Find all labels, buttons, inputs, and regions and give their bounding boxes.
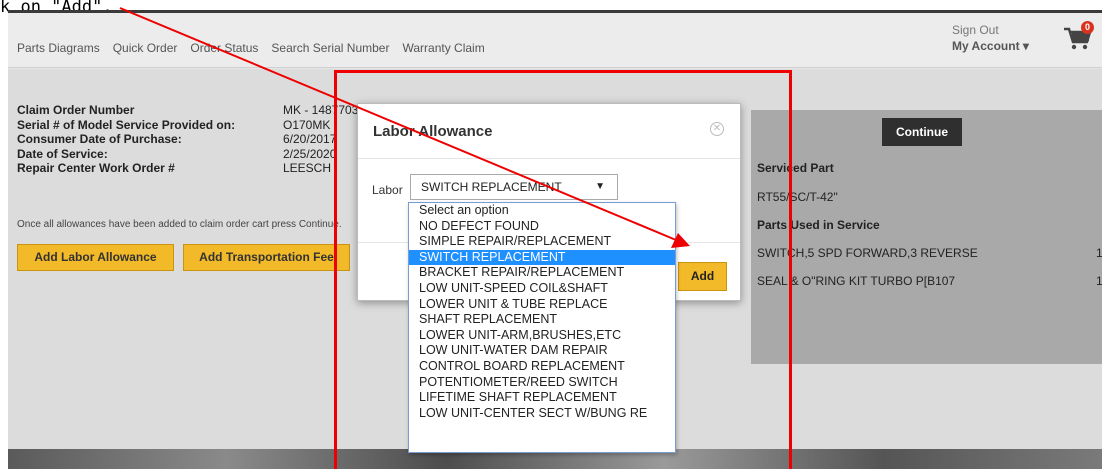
claim-info-value: 2/25/2020: [283, 146, 337, 161]
part-item-qty: 1: [1096, 246, 1102, 260]
claim-info-value: MK - 1487703: [283, 103, 359, 117]
serviced-part-value: RT55/SC/T-42": [757, 190, 838, 204]
labor-select-value: SWITCH REPLACEMENT: [421, 180, 562, 194]
modal-divider: [358, 158, 740, 159]
claim-info-label: Repair Center Work Order #: [17, 161, 175, 175]
dropdown-option[interactable]: BRACKET REPAIR/REPLACEMENT: [409, 265, 675, 281]
serviced-part-heading: Serviced Part: [757, 161, 834, 175]
dropdown-option[interactable]: LOW UNIT-WATER DAM REPAIR: [409, 343, 675, 359]
nav-links: Parts Diagrams Quick Order Order Status Sea…: [17, 41, 498, 55]
top-navbar: Parts Diagrams Quick Order Order Status Sea…: [8, 13, 1102, 68]
claim-info-row: Date of Service: 2/25/2020: [17, 147, 358, 162]
claim-info-table: Claim Order Number MK - 1487703 Serial # o…: [17, 103, 358, 176]
dropdown-option[interactable]: SWITCH REPLACEMENT: [409, 249, 675, 266]
labor-label: Labor: [372, 183, 403, 197]
dropdown-option[interactable]: POTENTIOMETER/REED SWITCH: [409, 375, 675, 391]
chevron-down-icon: ▼: [595, 181, 605, 192]
labor-select[interactable]: SWITCH REPLACEMENT ▼: [410, 174, 618, 200]
nav-link[interactable]: Warranty Claim: [402, 41, 484, 55]
nav-link[interactable]: Quick Order: [113, 41, 178, 55]
nav-link[interactable]: Order Status: [190, 41, 258, 55]
cart-count-badge: 0: [1081, 21, 1094, 34]
part-item-name: SWITCH,5 SPD FORWARD,3 REVERSE: [757, 246, 978, 260]
dropdown-option[interactable]: CONTROL BOARD REPLACEMENT: [409, 359, 675, 375]
dropdown-option[interactable]: LOW UNIT-CENTER SECT W/BUNG RE: [409, 406, 675, 422]
claim-info-value: LEESCH: [283, 161, 332, 175]
close-icon[interactable]: ✕: [710, 122, 724, 136]
part-item-qty: 1: [1096, 274, 1102, 288]
modal-title: Labor Allowance: [373, 123, 493, 140]
claim-info-row: Consumer Date of Purchase: 6/20/2017: [17, 132, 358, 147]
nav-link[interactable]: Search Serial Number: [271, 41, 389, 55]
dropdown-option[interactable]: LOW UNIT-SPEED COIL&SHAFT: [409, 281, 675, 297]
continue-note: Once all allowances have been added to c…: [17, 219, 342, 230]
claim-info-label: Consumer Date of Purchase:: [17, 132, 182, 146]
nav-link[interactable]: Parts Diagrams: [17, 41, 100, 55]
claim-info-label: Date of Service:: [17, 146, 108, 161]
my-account-menu[interactable]: My Account ▾: [952, 39, 1029, 53]
claim-summary-panel: Continue Serviced Part RT55/SC/T-42" Par…: [751, 110, 1102, 364]
claim-info-row: Repair Center Work Order # LEESCH: [17, 161, 358, 176]
add-labor-allowance-button[interactable]: Add Labor Allowance: [17, 244, 174, 271]
claim-info-row: Claim Order Number MK - 1487703: [17, 103, 358, 118]
dropdown-option[interactable]: Select an option: [409, 203, 675, 219]
add-transportation-fee-button[interactable]: Add Transportation Fee: [183, 244, 350, 271]
continue-button[interactable]: Continue: [882, 118, 962, 146]
dropdown-option[interactable]: LIFETIME SHAFT REPLACEMENT: [409, 390, 675, 406]
dropdown-option[interactable]: LOWER UNIT & TUBE REPLACE: [409, 297, 675, 313]
dropdown-option[interactable]: NO DEFECT FOUND: [409, 219, 675, 235]
part-item-name: SEAL & O"RING KIT TURBO P[B107: [757, 274, 956, 288]
add-button[interactable]: Add: [678, 262, 727, 291]
claim-info-value: 6/20/2017: [283, 132, 337, 146]
parts-used-heading: Parts Used in Service: [757, 218, 880, 232]
sign-out-link[interactable]: Sign Out: [952, 23, 999, 37]
claim-info-label: Serial # of Model Service Provided on:: [17, 117, 236, 132]
claim-info-label: Claim Order Number: [17, 103, 135, 117]
labor-options-dropdown: Select an option NO DEFECT FOUND SIMPLE RE…: [408, 202, 676, 453]
dropdown-option[interactable]: SIMPLE REPAIR/REPLACEMENT: [409, 234, 675, 250]
claim-info-value: O170MK: [283, 117, 331, 132]
dropdown-option[interactable]: SHAFT REPLACEMENT: [409, 312, 675, 328]
dropdown-option[interactable]: LOWER UNIT-ARM,BRUSHES,ETC: [409, 328, 675, 344]
claim-info-row: Serial # of Model Service Provided on: O1…: [17, 118, 358, 133]
